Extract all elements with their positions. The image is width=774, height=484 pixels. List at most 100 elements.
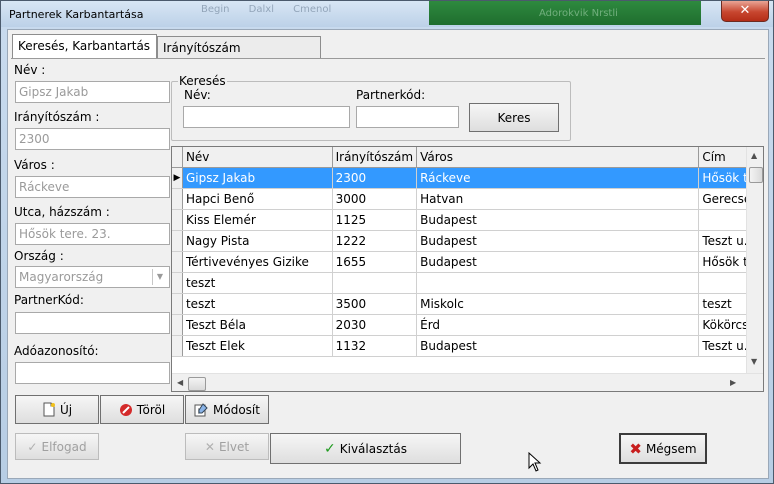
green-check-icon: ✓ bbox=[324, 440, 336, 457]
cell-nev: teszt bbox=[182, 272, 333, 294]
background-green-text: Adorokvik Nrstli bbox=[539, 8, 618, 19]
tab-label: Keresés, Karbantartás bbox=[18, 39, 151, 53]
cell-iranyitoszam: 3000 bbox=[332, 188, 418, 210]
uj-button-label: Új bbox=[59, 402, 73, 417]
search-group-title: Keresés bbox=[178, 74, 227, 88]
table-row[interactable]: Teszt Béla 2030 Érd Kökörcsi bbox=[172, 314, 763, 336]
vertical-scrollbar[interactable]: ▲ ▼ bbox=[746, 147, 763, 373]
row-indicator bbox=[172, 188, 183, 210]
cell-varos: Budapest bbox=[416, 209, 700, 231]
utca-label: Utca, házszám : bbox=[14, 205, 110, 219]
torol-button-label: Töröl bbox=[136, 402, 166, 417]
search-button-label: Keres bbox=[497, 110, 531, 125]
table-row[interactable]: Nagy Pista 1222 Budapest Teszt u. 1 bbox=[172, 230, 763, 252]
scroll-right-icon[interactable]: ▶ bbox=[730, 378, 736, 387]
iranyitoszam-field[interactable]: 2300 bbox=[15, 128, 170, 150]
cell-varos: Hatvan bbox=[416, 188, 700, 210]
orszag-select[interactable]: Magyarország ▼ bbox=[15, 266, 170, 288]
search-partnerkod-label: Partnerkód: bbox=[356, 88, 426, 102]
tab-iranyitoszam-karbantartas[interactable]: Irányítószám karbantartás bbox=[157, 36, 321, 77]
search-button[interactable]: Keres bbox=[469, 103, 559, 132]
search-nev-input[interactable] bbox=[183, 106, 350, 128]
cell-nev: Hapci Benő bbox=[182, 188, 333, 210]
chevron-down-icon[interactable]: ▼ bbox=[152, 269, 167, 285]
torol-button[interactable]: Töröl bbox=[100, 395, 184, 424]
close-x-icon: ✕ bbox=[204, 439, 215, 454]
column-header-varos[interactable]: Város bbox=[416, 147, 700, 168]
elvet-button-label: Elvet bbox=[218, 439, 250, 454]
row-indicator bbox=[172, 272, 183, 294]
cell-nev: Nagy Pista bbox=[182, 230, 333, 252]
delete-icon bbox=[119, 403, 132, 416]
utca-field[interactable]: Hősök tere. 23. bbox=[15, 223, 170, 245]
table-row[interactable]: Hapci Benő 3000 Hatvan Gerecse bbox=[172, 188, 763, 210]
column-header-iranyitoszam[interactable]: Irányítószám bbox=[332, 147, 418, 168]
selected-row-arrow-icon: ▶ bbox=[172, 167, 183, 189]
row-indicator-header bbox=[172, 147, 183, 168]
partnerkod-label: PartnerKód: bbox=[14, 293, 84, 307]
modosit-button-label: Módosít bbox=[213, 402, 260, 417]
new-document-icon bbox=[43, 402, 55, 417]
scroll-down-icon[interactable]: ▼ bbox=[751, 357, 757, 366]
red-x-icon: ✖ bbox=[629, 439, 642, 458]
tab-kereses-karbantartas[interactable]: Keresés, Karbantartás bbox=[12, 34, 157, 59]
background-title: Dalxl bbox=[248, 4, 274, 15]
iranyitoszam-label: Irányítószám : bbox=[14, 110, 100, 124]
table-row[interactable]: ▶ Gipsz Jakab 2300 Ráckeve Hősök te bbox=[172, 167, 763, 189]
row-indicator bbox=[172, 335, 183, 357]
cell-nev: Gipsz Jakab bbox=[182, 167, 333, 189]
nev-label: Név : bbox=[14, 63, 46, 77]
scroll-up-icon[interactable]: ▲ bbox=[751, 151, 757, 160]
column-header-nev[interactable]: Név bbox=[182, 147, 333, 168]
megsem-button-label: Mégsem bbox=[645, 441, 697, 456]
cell-nev: Teszt Béla bbox=[182, 314, 333, 336]
table-row[interactable]: teszt bbox=[172, 272, 763, 294]
partner-table: Név Irányítószám Város Cím ▶ Gipsz Jakab… bbox=[172, 147, 763, 357]
megsem-button[interactable]: ✖ Mégsem bbox=[619, 433, 707, 464]
cell-varos: Ráckeve bbox=[416, 167, 700, 189]
varos-label: Város : bbox=[14, 158, 55, 172]
nev-field[interactable]: Gipsz Jakab bbox=[15, 81, 170, 103]
cell-varos bbox=[416, 272, 700, 294]
elvet-button[interactable]: ✕ Elvet bbox=[185, 433, 269, 460]
window-title: Partnerek Karbantartása bbox=[9, 8, 144, 21]
app-window: Partnerek Karbantartása Begin Dalxl Cmen… bbox=[0, 0, 774, 484]
partnerkod-field[interactable] bbox=[15, 312, 170, 334]
background-title: Cmenol bbox=[293, 4, 332, 15]
cell-nev: Kiss Elemér bbox=[182, 209, 333, 231]
table-row[interactable]: Kiss Elemér 1125 Budapest bbox=[172, 209, 763, 231]
elfogad-button[interactable]: ✓ Elfogad bbox=[15, 433, 99, 460]
kivalasztas-button[interactable]: ✓ Kiválasztás bbox=[270, 433, 461, 464]
horizontal-scroll-thumb[interactable] bbox=[188, 377, 206, 391]
scroll-left-icon[interactable]: ◀ bbox=[177, 378, 183, 387]
table-row[interactable]: Tértivevényes Gizike 1655 Budapest Hősök… bbox=[172, 251, 763, 273]
partner-grid[interactable]: Név Irányítószám Város Cím ▶ Gipsz Jakab… bbox=[171, 146, 764, 392]
client-area: Keresés, Karbantartás Irányítószám karba… bbox=[7, 29, 769, 479]
mouse-cursor-icon bbox=[528, 452, 542, 472]
uj-button[interactable]: Új bbox=[15, 395, 99, 424]
kivalasztas-button-label: Kiválasztás bbox=[339, 441, 407, 456]
vertical-scroll-thumb[interactable] bbox=[749, 167, 763, 183]
varos-field[interactable]: Ráckeve bbox=[15, 176, 170, 198]
search-partnerkod-input[interactable] bbox=[356, 106, 459, 128]
modosit-button[interactable]: Módosít bbox=[185, 395, 269, 424]
edit-icon bbox=[194, 403, 208, 417]
cell-iranyitoszam: 1222 bbox=[332, 230, 418, 252]
table-row[interactable]: Teszt Elek 1132 Budapest Teszt u. 2 bbox=[172, 335, 763, 357]
cell-iranyitoszam: 1655 bbox=[332, 251, 418, 273]
orszag-label: Ország : bbox=[14, 249, 64, 263]
row-indicator bbox=[172, 314, 183, 336]
orszag-value: Magyarország bbox=[19, 270, 104, 284]
cell-iranyitoszam: 3500 bbox=[332, 293, 418, 315]
row-indicator bbox=[172, 293, 183, 315]
adoazonosito-field[interactable] bbox=[15, 362, 170, 384]
row-indicator bbox=[172, 251, 183, 273]
search-nev-label: Név: bbox=[184, 88, 211, 102]
horizontal-scrollbar[interactable]: ◀ ▶ bbox=[172, 373, 763, 391]
table-row[interactable]: teszt 3500 Miskolc teszt bbox=[172, 293, 763, 315]
cell-varos: Érd bbox=[416, 314, 700, 336]
close-button[interactable]: ✕ bbox=[721, 1, 769, 22]
adoazonosito-label: Adóazonosító: bbox=[14, 344, 99, 358]
cell-nev: Tértivevényes Gizike bbox=[182, 251, 333, 273]
close-icon: ✕ bbox=[739, 3, 751, 18]
